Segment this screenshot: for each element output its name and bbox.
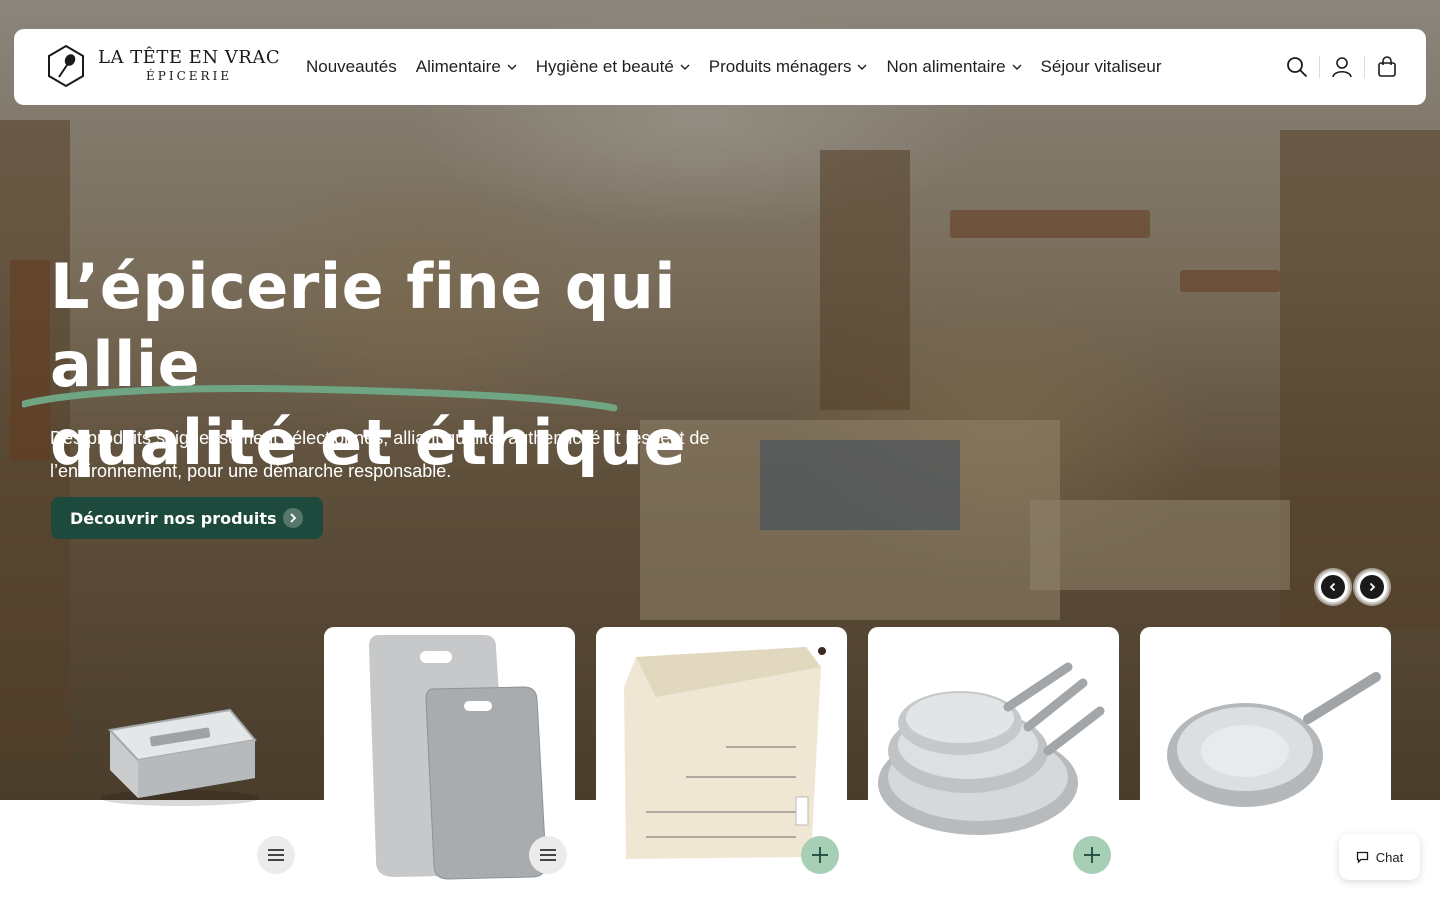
brand-name: LA TÊTE EN VRAC xyxy=(98,47,281,68)
nav-item-label: Séjour vitaliseur xyxy=(1040,57,1162,76)
add-to-cart-button[interactable] xyxy=(1073,836,1111,874)
product-image-lunch-box[interactable] xyxy=(80,690,280,810)
chevron-down-icon xyxy=(1012,64,1022,70)
chevron-right-icon xyxy=(1360,575,1384,599)
header-actions xyxy=(1286,29,1398,105)
search-icon[interactable] xyxy=(1286,56,1308,78)
plus-icon xyxy=(1084,847,1100,863)
main-nav: Nouveautés Alimentaire Hygiène et beauté… xyxy=(306,29,1180,105)
account-icon[interactable] xyxy=(1331,56,1353,78)
chevron-down-icon xyxy=(680,64,690,70)
hero-title-underline xyxy=(22,385,618,412)
hero-title-line1: L’épicerie fine qui allie xyxy=(50,250,677,401)
hero-description: Des produits soigneusement sélectionnés,… xyxy=(50,428,710,481)
slider-prev-button[interactable] xyxy=(1316,570,1350,604)
divider xyxy=(1364,56,1365,78)
slider-next-button[interactable] xyxy=(1355,570,1389,604)
nav-item-sejour-vitaliseur[interactable]: Séjour vitaliseur xyxy=(1041,57,1162,77)
nav-item-produits-menagers[interactable]: Produits ménagers xyxy=(709,57,868,77)
nav-item-nouveautes[interactable]: Nouveautés xyxy=(306,57,397,77)
nav-item-hygiene-beaute[interactable]: Hygiène et beauté xyxy=(536,57,690,77)
cart-icon[interactable] xyxy=(1376,56,1398,78)
chat-label: Chat xyxy=(1375,849,1404,865)
site-header: LA TÊTE EN VRAC ÉPICERIE Nouveautés Alim… xyxy=(14,29,1426,105)
logo-hexagon-icon xyxy=(48,44,84,88)
nav-item-label: Alimentaire xyxy=(415,57,501,76)
product-menu-button[interactable] xyxy=(257,836,295,874)
nav-item-alimentaire[interactable]: Alimentaire xyxy=(416,57,517,77)
logo-text: LA TÊTE EN VRAC ÉPICERIE xyxy=(98,48,280,84)
chevron-left-icon xyxy=(1321,575,1345,599)
brand-logo[interactable]: LA TÊTE EN VRAC ÉPICERIE xyxy=(46,44,280,88)
chevron-down-icon xyxy=(857,64,867,70)
nav-item-non-alimentaire[interactable]: Non alimentaire xyxy=(886,57,1022,77)
chat-button[interactable]: Chat xyxy=(1339,834,1420,880)
nav-item-label: Nouveautés xyxy=(306,57,397,76)
add-to-cart-button[interactable] xyxy=(801,836,839,874)
nav-item-label: Produits ménagers xyxy=(708,57,852,76)
chevron-down-icon xyxy=(507,64,517,70)
discover-products-button[interactable]: Découvrir nos produits xyxy=(51,497,323,539)
arrow-right-icon xyxy=(282,508,303,528)
product-menu-button[interactable] xyxy=(529,836,567,874)
brand-subtitle: ÉPICERIE xyxy=(146,69,233,83)
menu-icon xyxy=(540,849,556,861)
nav-item-label: Hygiène et beauté xyxy=(535,57,674,76)
plus-icon xyxy=(812,847,828,863)
chat-bubble-icon xyxy=(1356,851,1368,864)
divider xyxy=(1319,56,1320,78)
cta-label: Découvrir nos produits xyxy=(70,508,277,528)
menu-icon xyxy=(268,849,284,861)
nav-item-label: Non alimentaire xyxy=(886,57,1006,76)
